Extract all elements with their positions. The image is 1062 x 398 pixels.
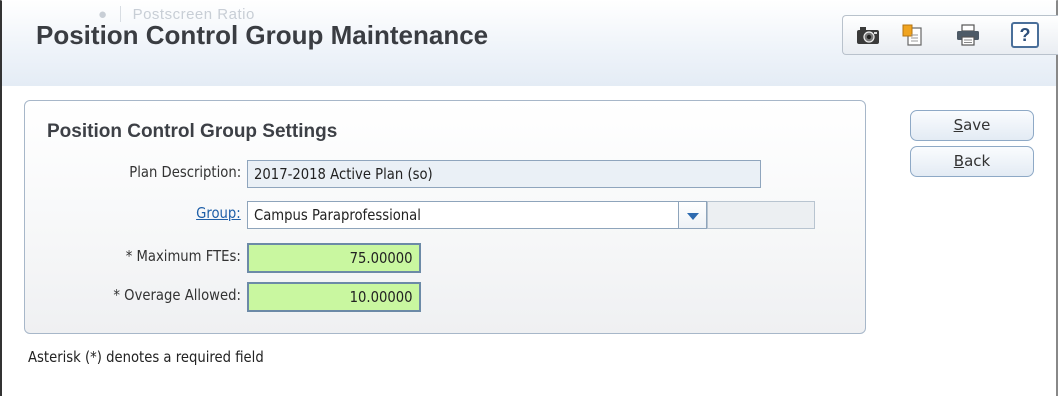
help-icon[interactable]: ?: [1011, 22, 1039, 48]
group-selected-value: Campus Paraprofessional: [254, 206, 421, 224]
settings-panel: Position Control Group Settings Plan Des…: [24, 100, 866, 334]
toolbar: ?: [842, 15, 1058, 55]
copy-document-icon[interactable]: [899, 23, 925, 47]
plan-description-label: Plan Description:: [129, 163, 241, 181]
overage-allowed-label: * Overage Allowed:: [113, 286, 241, 304]
save-button-label: ave: [963, 116, 991, 134]
save-button[interactable]: Save: [910, 110, 1034, 141]
plan-description-value: 2017-2018 Active Plan (so): [254, 165, 433, 183]
group-select[interactable]: Campus Paraprofessional: [247, 201, 679, 229]
back-button[interactable]: Back: [910, 146, 1034, 177]
printer-icon[interactable]: [955, 23, 981, 47]
overage-allowed-input[interactable]: 10.00000: [247, 282, 421, 312]
group-dropdown-button[interactable]: [679, 201, 707, 229]
overage-allowed-value: 10.00000: [350, 288, 413, 306]
required-field-note: Asterisk (*) denotes a required field: [28, 348, 264, 366]
maximum-ftes-value: 75.00000: [350, 249, 413, 267]
back-button-label: ack: [964, 152, 991, 170]
group-link-label[interactable]: Group:: [196, 204, 241, 222]
chevron-down-icon: [687, 213, 699, 220]
group-code-field: [707, 201, 815, 229]
maximum-ftes-input[interactable]: 75.00000: [247, 243, 421, 273]
maximum-ftes-label: * Maximum FTEs:: [125, 247, 241, 265]
page-header: ● Postscreen Ratio Position Control Group…: [2, 0, 1058, 86]
back-button-accesskey: B: [953, 152, 965, 170]
panel-title: Position Control Group Settings: [47, 121, 338, 142]
plan-description-field: 2017-2018 Active Plan (so): [247, 160, 761, 188]
page-title: Position Control Group Maintenance: [36, 20, 489, 50]
save-button-accesskey: S: [953, 116, 964, 134]
camera-icon[interactable]: [855, 23, 881, 47]
